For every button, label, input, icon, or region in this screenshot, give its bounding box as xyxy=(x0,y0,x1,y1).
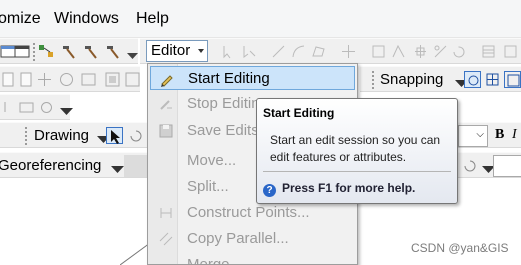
layer-select[interactable] xyxy=(124,155,148,177)
snapping-toolbar: Snapping xyxy=(360,66,521,92)
pencil-icon xyxy=(159,71,175,87)
small-toolbar xyxy=(0,94,73,120)
drawing-menu[interactable]: Drawing xyxy=(34,127,89,144)
curve-icon[interactable] xyxy=(290,43,307,60)
menu-item-label: Save Edits xyxy=(187,122,259,139)
save-icon xyxy=(158,123,174,139)
page-icon[interactable] xyxy=(0,71,17,88)
rotation-input[interactable] xyxy=(493,155,521,177)
edit-tool-icon[interactable] xyxy=(220,43,237,60)
tooltip-title: Start Editing xyxy=(263,106,335,120)
menu-item-label: Merge... xyxy=(187,256,243,265)
menu-item-label: Split... xyxy=(187,178,229,195)
menu-customize[interactable]: omize xyxy=(0,10,41,28)
edit-annotation-icon[interactable] xyxy=(240,43,257,60)
model-icon[interactable] xyxy=(38,43,55,60)
edge-snap-icon[interactable] xyxy=(504,71,521,88)
toolbar-grip[interactable] xyxy=(372,71,375,89)
split-icon[interactable] xyxy=(412,43,429,60)
rotate-icon[interactable] xyxy=(450,43,467,60)
point-snap-icon[interactable] xyxy=(464,71,481,88)
font-size-select[interactable]: ⌵ xyxy=(458,125,488,147)
tooltip-help: ? Press F1 for more help. xyxy=(263,181,415,197)
tooltip-divider xyxy=(263,171,451,172)
select-elements-icon[interactable] xyxy=(0,99,17,116)
hammer-icon[interactable] xyxy=(60,43,77,60)
full-extent-icon[interactable] xyxy=(58,71,75,88)
hammer-icon[interactable] xyxy=(104,43,121,60)
straight-segment-icon[interactable] xyxy=(270,43,287,60)
chevron-down-icon[interactable] xyxy=(109,161,124,178)
stop-edit-icon xyxy=(158,96,174,112)
chevron-down-icon[interactable] xyxy=(95,131,110,148)
chevron-down-icon[interactable] xyxy=(453,75,468,92)
tooltip-help-label: Press F1 for more help. xyxy=(282,181,416,195)
menu-item-label: Move... xyxy=(187,152,237,169)
menu-help[interactable]: Help xyxy=(136,10,169,28)
menu-item-start-editing[interactable]: Start Editing xyxy=(150,66,355,90)
toolbar-grip[interactable] xyxy=(25,127,28,145)
editor-menu-button[interactable]: Editor xyxy=(146,40,208,62)
snapping-menu[interactable]: Snapping xyxy=(380,71,443,88)
point-icon[interactable] xyxy=(340,43,357,60)
chevron-down-icon[interactable] xyxy=(58,103,73,120)
italic-button[interactable]: I xyxy=(512,127,517,143)
menu-item-construct-points[interactable]: Construct Points... xyxy=(150,201,355,225)
window-icon[interactable] xyxy=(14,43,31,60)
polygon-icon[interactable] xyxy=(310,43,327,60)
layout-view-icon[interactable] xyxy=(124,71,141,88)
bold-button[interactable]: B xyxy=(495,127,504,143)
zoom-100-icon[interactable] xyxy=(80,71,97,88)
rotate-icon[interactable] xyxy=(462,157,479,174)
chevron-down-icon[interactable] xyxy=(480,161,495,178)
pan-icon[interactable] xyxy=(36,71,53,88)
vertex-icon[interactable] xyxy=(370,43,387,60)
menu-bar: omize Windows Help xyxy=(0,0,521,38)
start-editing-tooltip: Start Editing Start an edit session so y… xyxy=(256,98,458,204)
layout-toolbar xyxy=(0,66,140,92)
watermark: CSDN @yan&GIS xyxy=(411,241,509,255)
select-pointer-icon[interactable] xyxy=(106,127,123,144)
menu-item-label: Construct Points... xyxy=(187,204,310,221)
reshape-icon[interactable] xyxy=(390,43,407,60)
menu-item-merge[interactable]: Merge... xyxy=(150,253,355,265)
menu-item-label: Copy Parallel... xyxy=(187,230,289,247)
circle-icon[interactable] xyxy=(38,99,55,116)
tools-toolbar xyxy=(0,38,138,64)
chevron-down-icon[interactable] xyxy=(124,47,141,64)
attributes-icon[interactable] xyxy=(480,43,497,60)
group-icon[interactable] xyxy=(18,99,35,116)
hammer-icon[interactable] xyxy=(82,43,99,60)
drawing-toolbar: Drawing xyxy=(0,122,147,148)
copy-parallel-icon xyxy=(158,231,174,247)
tooltip-body: Start an edit session so you can edit fe… xyxy=(270,133,441,164)
menu-item-copy-parallel[interactable]: Copy Parallel... xyxy=(150,227,355,251)
zoom-page-icon[interactable] xyxy=(18,71,35,88)
cut-polygon-icon[interactable] xyxy=(432,43,449,60)
grid-snap-icon[interactable] xyxy=(484,71,501,88)
menu-item-label: Start Editing xyxy=(188,70,270,87)
editor-menu-label: Editor xyxy=(151,42,191,59)
menu-windows[interactable]: Windows xyxy=(54,10,119,28)
sketch-properties-icon[interactable] xyxy=(502,43,519,60)
text-format-toolbar: ⌵ B I xyxy=(458,122,521,148)
rotate-icon[interactable] xyxy=(128,127,145,144)
help-icon: ? xyxy=(263,184,276,197)
chevron-down-icon xyxy=(198,49,204,53)
chevron-down-icon: ⌵ xyxy=(476,129,484,140)
focus-frame-icon[interactable] xyxy=(104,71,121,88)
construct-points-icon xyxy=(158,205,174,221)
toolbar-grip[interactable] xyxy=(33,43,36,61)
georeferencing-menu[interactable]: Georeferencing xyxy=(0,157,101,174)
